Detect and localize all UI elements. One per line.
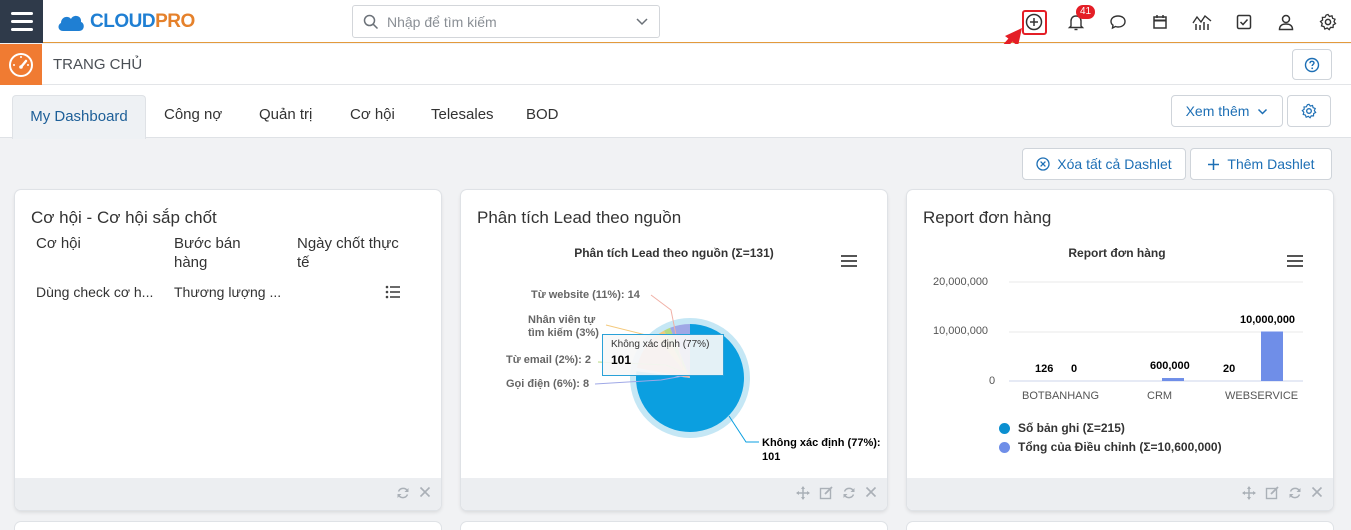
tab-my-dashboard[interactable]: My Dashboard: [12, 95, 146, 139]
settings-gear-icon[interactable]: [1317, 11, 1339, 33]
table-cell-sales-stage: Thương lượng ...: [174, 284, 282, 300]
pie-label-nhan-vien-line2: tìm kiếm (3%): [528, 327, 599, 339]
search-icon: [363, 14, 379, 30]
dashboard-speedometer-icon: [0, 44, 42, 85]
column-header-sales-stage[interactable]: Bước bán hàng: [174, 234, 264, 272]
tab-co-hoi[interactable]: Cơ hội: [350, 106, 395, 123]
add-dashlet-button[interactable]: Thêm Dashlet: [1190, 148, 1332, 180]
data-label-webservice-count: 20: [1223, 363, 1236, 375]
tab-telesales[interactable]: Telesales: [431, 106, 494, 123]
search-input[interactable]: Nhập để tìm kiếm: [352, 5, 660, 38]
legend-dot-icon: [999, 422, 1010, 434]
data-label-botbanhang-count: 126: [1035, 363, 1054, 375]
dashlet-footer: [15, 478, 441, 510]
dashlet-orders-report: Report đơn hàng Report đơn hàng 20,000,0…: [907, 190, 1333, 510]
edit-icon[interactable]: [819, 486, 833, 500]
clear-all-dashlets-button[interactable]: Xóa tất cả Dashlet: [1022, 148, 1186, 180]
legend-item-record-count[interactable]: Số bản ghi (Σ=215): [999, 421, 1125, 435]
cloud-logo-icon: [58, 15, 84, 31]
dashlet-placeholder: [461, 522, 887, 530]
refresh-icon[interactable]: [842, 486, 856, 500]
calendar-icon[interactable]: [1149, 11, 1171, 33]
x-tick-label: BOTBANHANG: [1022, 390, 1100, 402]
tooltip-label: Không xác định (77%): [611, 339, 710, 350]
pie-label-nhan-vien-line1: Nhân viên tự: [528, 314, 596, 326]
move-icon[interactable]: [1242, 486, 1256, 500]
dashlet-lead-source: Phân tích Lead theo nguồn Phân tích Lead…: [461, 190, 887, 510]
close-icon[interactable]: [419, 486, 431, 498]
tab-cong-no[interactable]: Công nợ: [164, 106, 222, 123]
chart-tooltip: Không xác định (77%) 101: [602, 334, 724, 376]
x-tick-label: WEBSERVICE: [1225, 390, 1299, 402]
pie-label-khong-xac-dinh: Không xác định (77%): 101: [762, 437, 881, 463]
edit-icon[interactable]: [1265, 486, 1279, 500]
help-question-icon: [1304, 57, 1320, 72]
bar-webservice-adjustment[interactable]: [1261, 331, 1283, 382]
logo-main-text: CLOUD: [90, 11, 156, 32]
page-title: TRANG CHỦ: [53, 56, 143, 73]
dashlet-opportunities: Cơ hội - Cơ hội sắp chốt Cơ hội Bước bán…: [15, 190, 441, 510]
dashboard-settings-button[interactable]: [1287, 95, 1331, 127]
notification-count-badge: 41: [1076, 5, 1096, 19]
chevron-down-icon: [1258, 108, 1268, 115]
close-icon[interactable]: [865, 486, 877, 498]
help-button[interactable]: [1292, 49, 1332, 80]
bar-crm-adjustment[interactable]: [1162, 378, 1184, 381]
tab-quan-tri[interactable]: Quản trị: [259, 106, 312, 123]
column-header-close-date[interactable]: Ngày chốt thực tế: [297, 234, 409, 272]
reports-chart-icon[interactable]: [1191, 11, 1213, 33]
tab-bod[interactable]: BOD: [526, 106, 559, 123]
x-tick-label: CRM: [1147, 390, 1173, 402]
pie-label-tu-email: Từ email (2%): 2: [506, 354, 591, 366]
more-tabs-button[interactable]: Xem thêm: [1171, 95, 1283, 127]
more-tabs-label: Xem thêm: [1185, 103, 1250, 119]
task-checkbox-icon[interactable]: [1233, 11, 1255, 33]
logo-accent-text: PRO: [155, 11, 195, 32]
top-bar: CLOUDPRO Nhập để tìm kiếm 41: [0, 0, 1351, 75]
legend-label: Số bản ghi (Σ=215): [1018, 421, 1125, 435]
move-icon[interactable]: [796, 486, 810, 500]
dashboard-tab-bar: My Dashboard Công nợ Quản trị Cơ hội Tel…: [0, 85, 1351, 139]
clear-all-dashlets-label: Xóa tất cả Dashlet: [1057, 156, 1172, 172]
dashlet-placeholder: [15, 522, 441, 530]
chevron-down-icon[interactable]: [635, 15, 649, 29]
dashlet-footer: [907, 478, 1333, 510]
pie-label-goi-dien: Gọi điện (6%): 8: [506, 378, 590, 390]
data-label-botbanhang-adjustment: 0: [1071, 363, 1078, 375]
data-label-webservice-adjustment: 10,000,000: [1240, 314, 1296, 326]
search-placeholder: Nhập để tìm kiếm: [387, 14, 497, 30]
close-circle-icon: [1036, 157, 1050, 171]
plus-icon: [1208, 158, 1220, 170]
legend-label: Tổng của Điều chỉnh (Σ=10,600,000): [1018, 440, 1222, 454]
dashlet-placeholder: [907, 522, 1333, 530]
quick-create-plus-icon[interactable]: [1023, 11, 1045, 33]
refresh-icon[interactable]: [396, 486, 410, 500]
hamburger-menu-icon[interactable]: [0, 0, 43, 43]
refresh-icon[interactable]: [1288, 486, 1302, 500]
close-icon[interactable]: [1311, 486, 1323, 498]
gear-icon: [1301, 103, 1317, 119]
table-cell-opportunity-name[interactable]: Dùng check cơ h...: [36, 284, 153, 300]
user-profile-icon[interactable]: [1275, 11, 1297, 33]
page-header: TRANG CHỦ: [0, 44, 1351, 85]
tooltip-value: 101: [611, 353, 632, 367]
connector-khong-xac-dinh: [728, 415, 759, 443]
add-dashlet-label: Thêm Dashlet: [1227, 156, 1315, 172]
column-header-opportunity[interactable]: Cơ hội: [36, 234, 146, 253]
dashlet-footer: [461, 478, 887, 510]
app-logo[interactable]: CLOUDPRO: [56, 8, 195, 36]
orders-bar-chart: [1009, 281, 1303, 382]
chat-bubble-icon[interactable]: [1107, 11, 1129, 33]
row-detail-list-icon[interactable]: [385, 285, 401, 299]
legend-item-adjustment-total[interactable]: Tổng của Điều chỉnh (Σ=10,600,000): [999, 440, 1222, 454]
data-label-crm-adjustment: 600,000: [1150, 360, 1190, 372]
dashlet-title: Cơ hội - Cơ hội sắp chốt: [31, 208, 217, 227]
pie-label-tu-website: Từ website (11%): 14: [531, 289, 640, 301]
legend-dot-icon: [999, 441, 1010, 453]
